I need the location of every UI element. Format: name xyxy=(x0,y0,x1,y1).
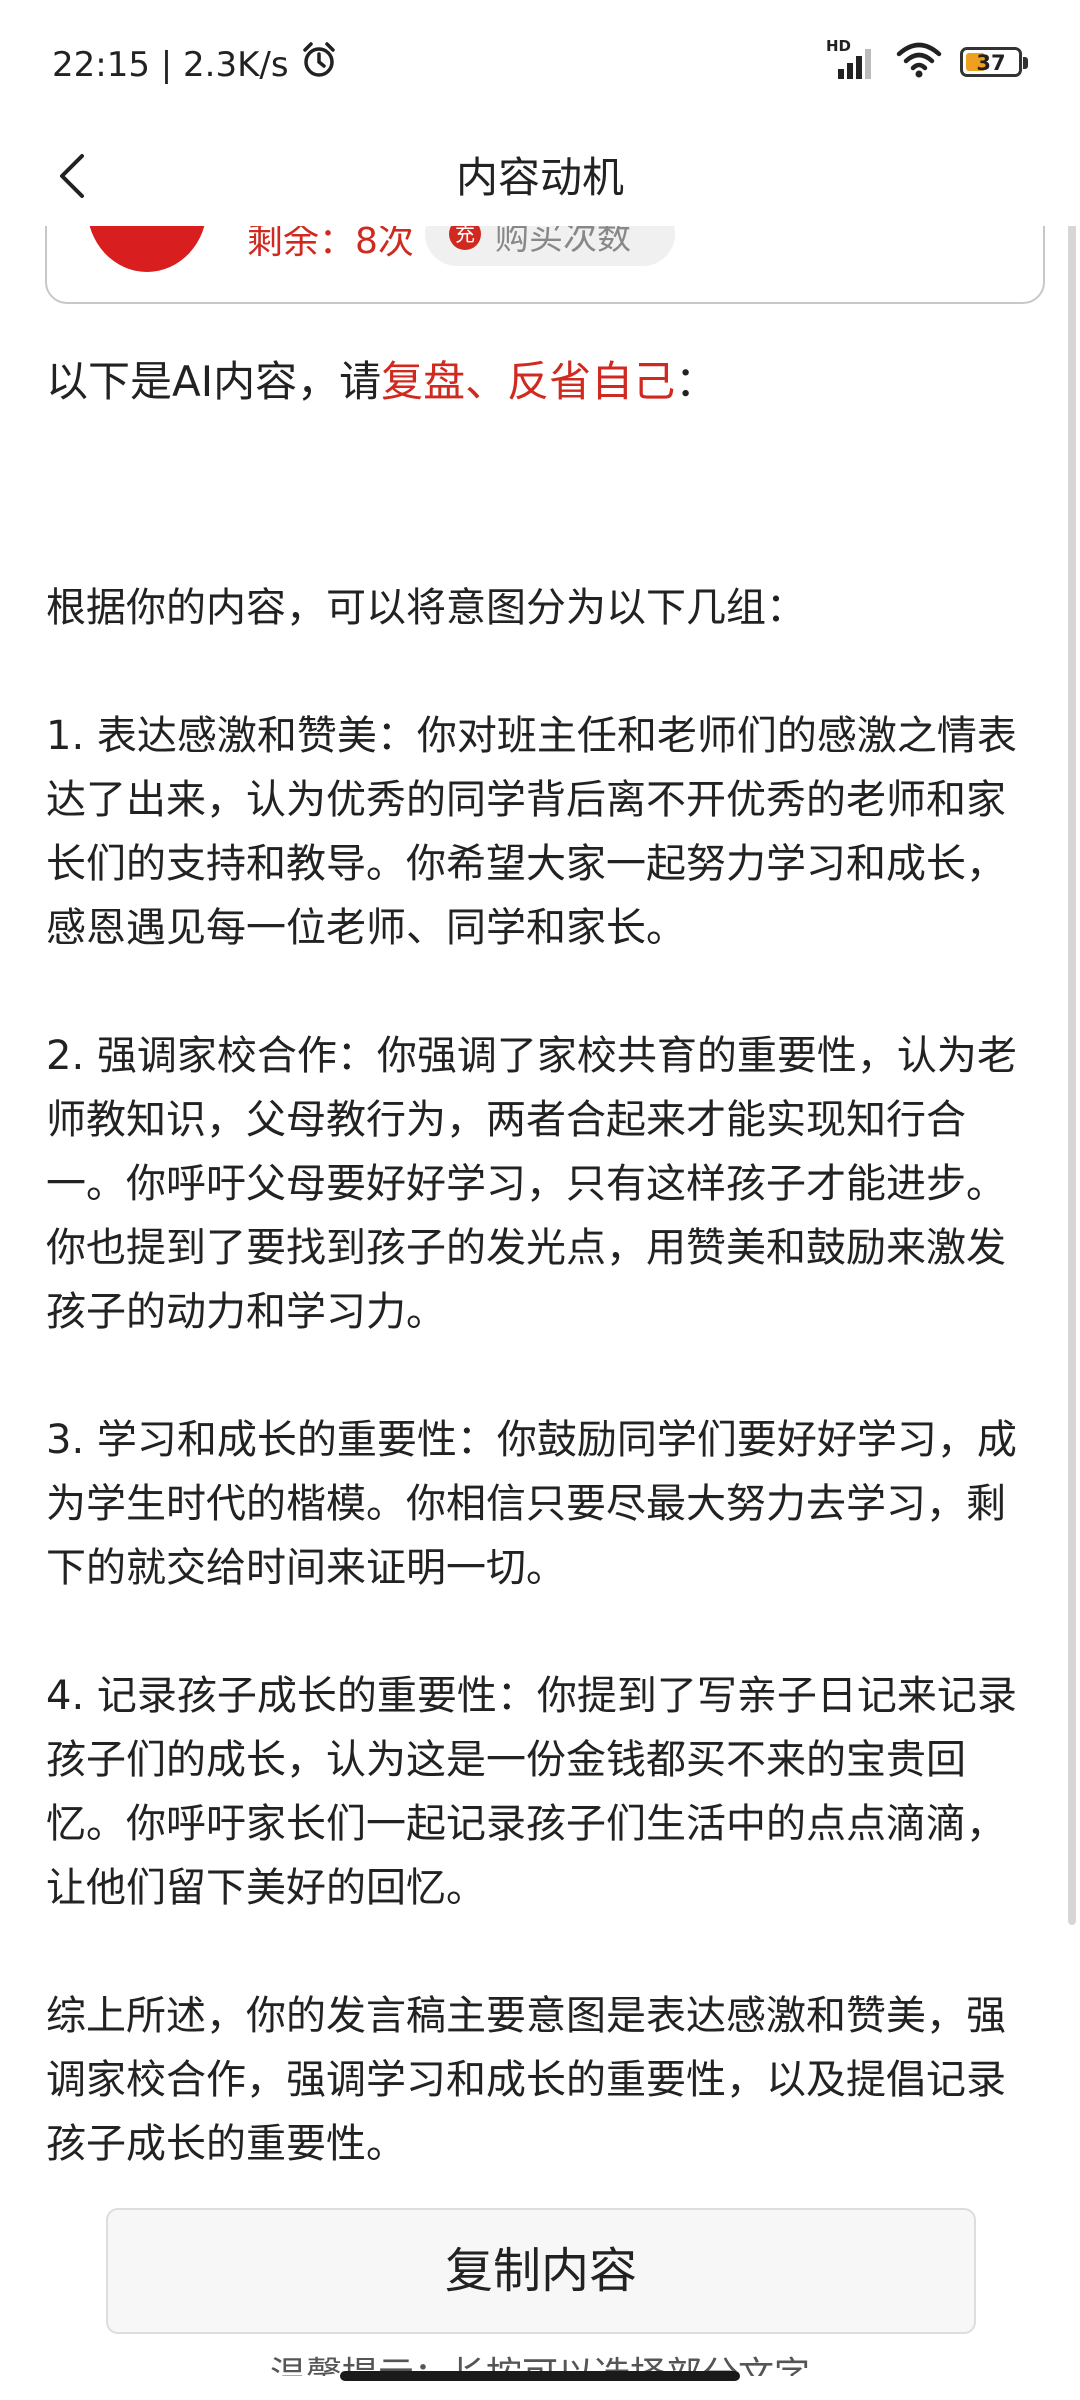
intent-item-2: 2. 强调家校合作：你强调了家校共育的重要性，认为老师教知识，父母教行为，两者合… xyxy=(46,1033,1017,1335)
intro-text: 以下是AI内容，请复盘、反省自己： xyxy=(46,350,1026,414)
wifi-icon xyxy=(896,42,942,82)
tip-text: 温馨提示：长按可以选择部分文字 xyxy=(269,2355,810,2376)
battery-cap xyxy=(1023,57,1028,69)
app-screen: 剩余：8次 充 购买次数 22:15 | 2.3K/s HD 37 内容动机 以… xyxy=(0,0,1080,2400)
status-right: HD 37 xyxy=(826,37,1028,82)
status-time: 22:15 | 2.3K/s xyxy=(52,44,289,85)
status-left: 22:15 | 2.3K/s xyxy=(52,40,339,89)
home-indicator[interactable] xyxy=(340,2371,740,2381)
status-bar: 22:15 | 2.3K/s HD 37 xyxy=(0,0,1080,130)
copy-content-button[interactable]: 复制内容 xyxy=(106,2208,976,2334)
battery-icon: 37 xyxy=(960,47,1028,77)
summary-paragraph: 综上所述，你的发言稿主要意图是表达感激和赞美，强调家校合作，强调学习和成长的重要… xyxy=(46,1993,1006,2167)
intent-item-1: 1. 表达感激和赞美：你对班主任和老师们的感激之情表达了出来，认为优秀的同学背后… xyxy=(46,713,1017,951)
intent-item-4: 4. 记录孩子成长的重要性：你提到了写亲子日记来记录孩子们的成长，认为这是一份金… xyxy=(46,1673,1017,1911)
lead-paragraph: 根据你的内容，可以将意图分为以下几组： xyxy=(46,585,806,631)
intro-highlight: 复盘、反省自己 xyxy=(381,357,676,406)
intro-prefix: 以下是AI内容，请 xyxy=(46,357,382,406)
intent-item-3: 3. 学习和成长的重要性：你鼓励同学们要好好学习，成为学生时代的楷模。你相信只要… xyxy=(46,1417,1017,1591)
navigation-bar: 内容动机 xyxy=(0,130,1080,226)
signal-icon: HD xyxy=(826,37,878,81)
page-title: 内容动机 xyxy=(455,153,624,202)
scrollbar[interactable] xyxy=(1068,135,1076,1925)
intro-suffix: ： xyxy=(675,357,718,406)
ai-content: 以下是AI内容，请复盘、反省自己： 根据你的内容，可以将意图分为以下几组： 1.… xyxy=(46,350,1026,2176)
battery-level-text: 37 xyxy=(976,51,1006,75)
alarm-icon xyxy=(299,40,339,89)
